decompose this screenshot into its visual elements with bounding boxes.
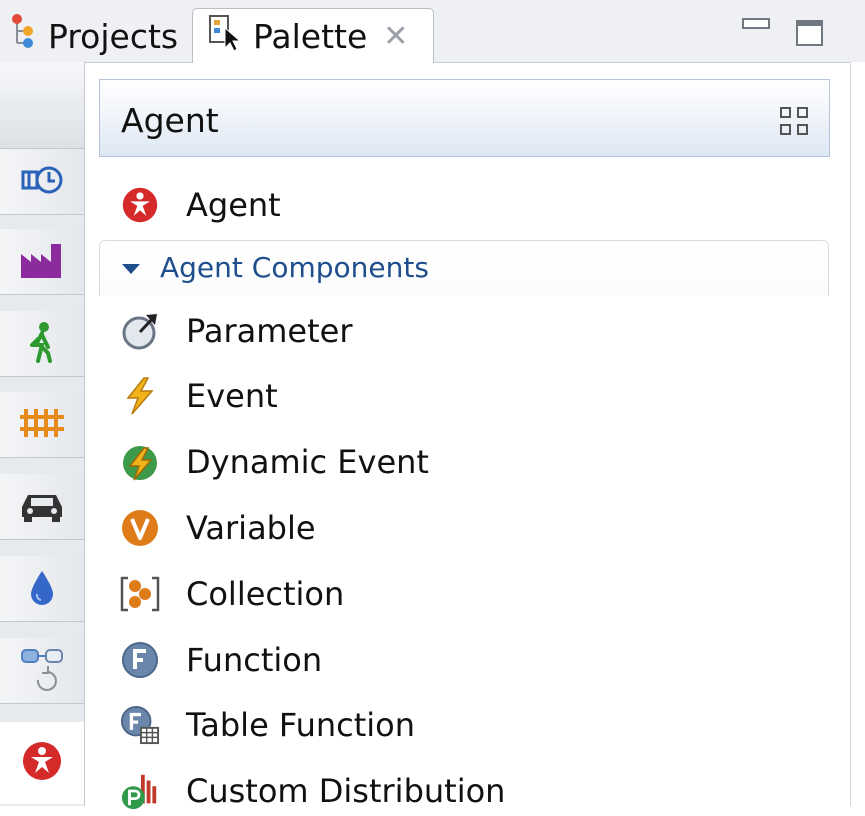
view-tab-bar: Projects Palette ✕ — [0, 0, 865, 63]
palette-scrollbar[interactable] — [850, 62, 865, 806]
rail-track-icon — [18, 405, 66, 445]
palette-item-label: Dynamic Event — [186, 443, 429, 481]
parameter-icon — [120, 311, 160, 351]
category-pedestrian[interactable] — [0, 311, 84, 377]
table-function-icon — [120, 705, 160, 745]
palette-item-label: Collection — [186, 575, 345, 613]
tab-palette[interactable]: Palette ✕ — [192, 8, 434, 63]
palette-item-function[interactable]: Function — [120, 635, 322, 685]
function-icon — [120, 640, 160, 680]
palette-item-agent[interactable]: Agent — [120, 180, 281, 230]
statechart-icon — [18, 646, 66, 696]
palette-item-label: Custom Distribution — [186, 772, 506, 810]
agent-icon — [21, 740, 63, 786]
system-dynamics-icon — [19, 162, 65, 202]
section-agent-components[interactable]: Agent Components — [99, 240, 829, 296]
event-icon — [120, 376, 160, 416]
category-rail[interactable] — [0, 392, 84, 458]
palette-item-label: Agent — [186, 186, 281, 224]
projects-tree-icon — [8, 13, 38, 59]
category-process-modeling[interactable] — [0, 229, 84, 295]
close-icon[interactable]: ✕ — [383, 19, 408, 54]
palette-category-strip — [0, 62, 85, 806]
tab-palette-label: Palette — [253, 16, 368, 56]
category-statechart[interactable] — [0, 638, 84, 704]
palette-item-label: Variable — [186, 509, 316, 547]
tab-projects-label: Projects — [48, 16, 179, 56]
pedestrian-icon — [24, 321, 60, 367]
chevron-down-icon — [122, 264, 140, 274]
minimize-button[interactable] — [742, 18, 770, 29]
grid-view-icon[interactable] — [779, 106, 809, 136]
palette-header-title: Agent — [121, 101, 219, 140]
agent-icon — [120, 185, 160, 225]
category-strip-header — [0, 62, 84, 149]
factory-icon — [19, 240, 65, 284]
palette-item-label: Table Function — [186, 706, 416, 744]
palette-item-table-function[interactable]: Table Function — [120, 700, 415, 750]
tab-projects[interactable]: Projects — [0, 10, 190, 62]
section-label: Agent Components — [160, 251, 429, 284]
fluid-drop-icon — [27, 567, 57, 611]
custom-distribution-icon — [120, 771, 160, 811]
maximize-button[interactable] — [796, 20, 823, 46]
palette-item-label: Event — [186, 377, 278, 415]
variable-icon — [120, 508, 160, 548]
category-fluid[interactable] — [0, 556, 84, 622]
palette-icon — [207, 12, 243, 60]
dynamic-event-icon — [120, 442, 160, 482]
palette-item-dynamic-event[interactable]: Dynamic Event — [120, 437, 429, 487]
car-icon — [18, 487, 66, 527]
category-agent[interactable] — [0, 722, 84, 804]
palette-item-custom-distribution[interactable]: Custom Distribution — [120, 766, 505, 816]
category-system-dynamics[interactable] — [0, 149, 84, 215]
palette-header: Agent — [99, 79, 830, 157]
category-road-traffic[interactable] — [0, 474, 84, 540]
palette-item-event[interactable]: Event — [120, 371, 278, 421]
palette-item-parameter[interactable]: Parameter — [120, 306, 352, 356]
collection-icon — [120, 574, 160, 614]
palette-item-variable[interactable]: Variable — [120, 503, 316, 553]
palette-item-label: Function — [186, 641, 323, 679]
palette-item-label: Parameter — [186, 312, 353, 350]
palette-item-collection[interactable]: Collection — [120, 569, 344, 619]
